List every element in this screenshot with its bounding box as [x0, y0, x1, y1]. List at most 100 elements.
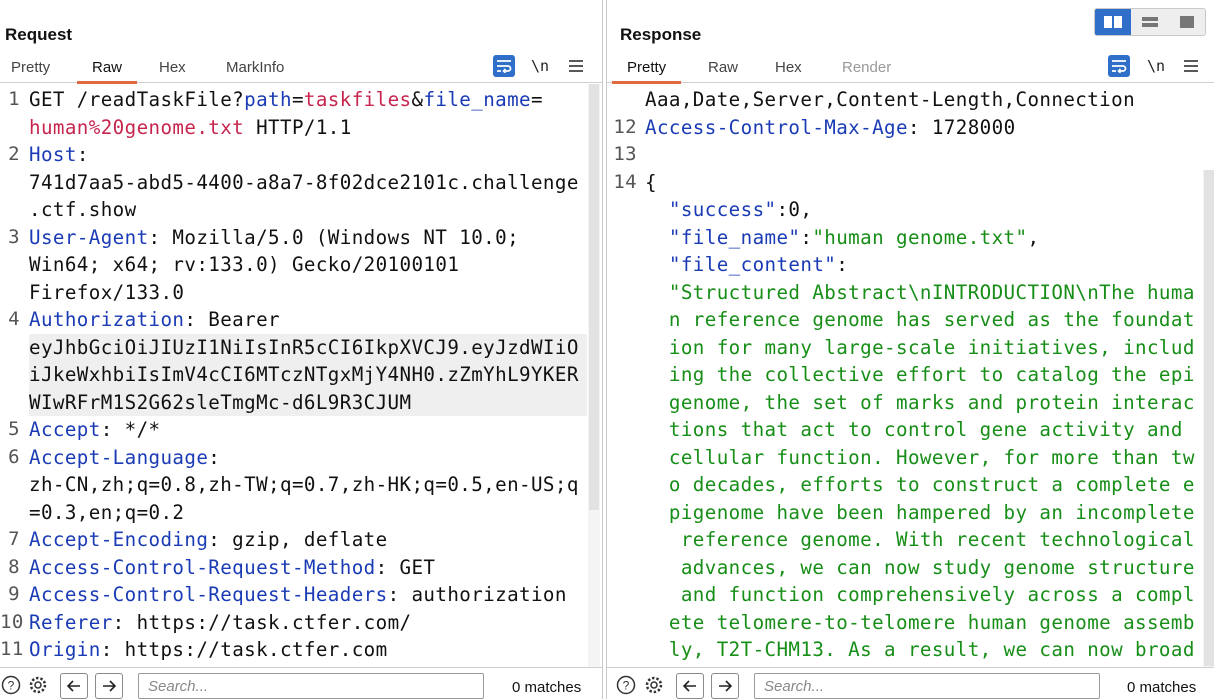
header-name: Accept	[29, 418, 101, 441]
header-value: : https://task.ctfer.com/	[112, 610, 412, 634]
response-line: tions that act to control gene activity …	[645, 416, 1183, 444]
layout-single-icon[interactable]	[1169, 9, 1205, 35]
previous-match-button[interactable]	[60, 673, 88, 699]
header-value: :	[208, 445, 221, 469]
request-scrollbar-thumb[interactable]	[589, 84, 599, 510]
request-line: human%20genome.txt HTTP/1.1	[29, 114, 352, 142]
query-param-key: path	[244, 88, 292, 111]
code-token: :	[836, 253, 849, 276]
response-line: pigenome have been hampered by an incomp…	[645, 499, 1195, 527]
response-line: Aaa,Date,Server,Content-Length,Connectio…	[645, 86, 1135, 114]
response-pane: Response Pretty Raw Hex Render \n Aaa,Da…	[606, 0, 1214, 699]
newline-icon[interactable]: \n	[529, 55, 551, 77]
code-token: ,	[1027, 225, 1040, 249]
json-string: o decades, efforts to construct a comple…	[645, 473, 1195, 496]
response-line: "Structured Abstract\nINTRODUCTION\nThe …	[645, 279, 1195, 307]
json-key: "file_name"	[645, 225, 801, 249]
header-value: eyJhbGciOiJIUzI1NiIsInR5cCI6IkpXVCJ9.eyJ…	[29, 335, 579, 359]
request-line: Win64; x64; rv:133.0) Gecko/20100101	[29, 251, 459, 279]
tab-pretty[interactable]: Pretty	[11, 59, 50, 76]
json-key: "success"	[645, 198, 777, 221]
tab-hex[interactable]: Hex	[775, 59, 802, 76]
request-line: iJkeWxhbiIsImV4cCI6MTczNTgxMjY4NH0.zZmYh…	[29, 361, 587, 389]
request-search-input[interactable]: Search...	[138, 673, 484, 699]
request-line: Accept-Language:	[29, 444, 220, 472]
newline-icon[interactable]: \n	[1145, 55, 1167, 77]
json-string: "Structured Abstract\nINTRODUCTION\nThe …	[645, 280, 1195, 304]
response-editor[interactable]: Aaa,Date,Server,Content-Length,Connectio…	[607, 84, 1214, 668]
tab-pretty[interactable]: Pretty	[611, 59, 682, 84]
help-icon[interactable]: ?	[615, 674, 637, 696]
response-search-input[interactable]: Search...	[754, 673, 1100, 699]
line-number: 3	[8, 225, 20, 248]
response-line: {	[645, 169, 657, 197]
response-line: ly, T2T-CHM13. As a result, we can now b…	[645, 636, 1195, 664]
tab-raw[interactable]: Raw	[708, 59, 738, 76]
response-line: ete telomere-to-telomere human genome as…	[645, 609, 1195, 637]
header-name: Access-Control-Max-Age	[645, 115, 908, 139]
tab-hex[interactable]: Hex	[159, 59, 186, 76]
response-scrollbar[interactable]	[1203, 170, 1214, 668]
settings-icon[interactable]	[27, 674, 49, 696]
layout-horizontal-icon[interactable]	[1132, 9, 1168, 35]
header-value: : authorization	[387, 583, 567, 606]
json-string: tions that act to control gene activity …	[645, 418, 1183, 441]
request-line: Origin: https://task.ctfer.com	[29, 636, 388, 664]
previous-match-button[interactable]	[676, 673, 704, 699]
header-name: Authorization	[29, 308, 185, 331]
json-string: and function comprehensively across a co…	[645, 583, 1195, 606]
request-line: Referer: https://task.ctfer.com/	[29, 609, 411, 637]
query-param-key: file_name	[423, 88, 532, 111]
line-number: 13	[613, 143, 637, 165]
header-name: Access-Control-Request-Method	[29, 555, 376, 579]
request-line: zh-CN,zh;q=0.8,zh-TW;q=0.7,zh-HK;q=0.5,e…	[29, 471, 579, 499]
response-line: "file_name":"human genome.txt",	[645, 224, 1039, 252]
layout-split-icon[interactable]	[1095, 9, 1131, 35]
header-name: User-Agent	[29, 225, 149, 249]
header-value: =0.3,en;q=0.2	[29, 500, 185, 524]
json-string: ete telomere-to-telomere human genome as…	[645, 610, 1195, 634]
response-line: advances, we can now study genome struct…	[645, 554, 1195, 582]
next-match-button[interactable]	[95, 673, 123, 699]
header-name: Access-Control-Request-Headers	[29, 583, 388, 606]
header-value: WIwRFrM1S2G62sleTmgMc-d6L9R3CJUM	[29, 390, 412, 414]
response-line: ion for many large-scale initiatives, in…	[645, 334, 1195, 362]
svg-text:?: ?	[8, 679, 15, 693]
response-line: and function comprehensively across a co…	[645, 581, 1195, 609]
response-line: genome, the set of marks and protein int…	[645, 389, 1195, 417]
response-match-count: 0 matches	[1127, 679, 1197, 696]
menu-icon[interactable]	[565, 55, 587, 77]
line-number: 4	[8, 308, 20, 330]
settings-icon[interactable]	[643, 674, 665, 696]
request-scrollbar[interactable]	[588, 84, 600, 668]
response-line: "success":0,	[645, 196, 812, 224]
json-string: advances, we can now study genome struct…	[645, 555, 1195, 579]
next-match-button[interactable]	[711, 673, 739, 699]
header-name: Accept-Encoding	[29, 528, 209, 551]
tab-markinfo[interactable]: MarkInfo	[226, 59, 284, 76]
json-string: ion for many large-scale initiatives, in…	[645, 335, 1195, 359]
arrow-left-icon	[683, 680, 696, 692]
wrap-lines-icon[interactable]	[493, 55, 515, 77]
tab-raw[interactable]: Raw	[76, 59, 138, 84]
menu-icon[interactable]	[1180, 55, 1202, 77]
header-value: .ctf.show	[29, 198, 137, 221]
header-value: iJkeWxhbiIsImV4cCI6MTczNTgxMjY4NH0.zZmYh…	[29, 363, 579, 386]
request-title: Request	[5, 25, 73, 44]
line-number: 8	[8, 555, 20, 578]
tab-render[interactable]: Render	[842, 59, 891, 76]
help-icon[interactable]: ?	[0, 674, 22, 696]
wrap-lines-icon[interactable]	[1108, 55, 1130, 77]
header-value: : gzip, deflate	[208, 528, 388, 551]
header-value: :	[76, 143, 89, 166]
request-line: 741d7aa5-abd5-4400-a8a7-8f02dce2101c.cha…	[29, 169, 579, 197]
line-number: 7	[8, 528, 20, 550]
header-value: : https://task.ctfer.com	[100, 638, 388, 661]
response-line: cellular function. However, for more tha…	[645, 444, 1195, 472]
query-param-value: taskfiles	[303, 88, 412, 111]
json-string: pigenome have been hampered by an incomp…	[645, 500, 1195, 524]
response-scrollbar-thumb[interactable]	[1204, 170, 1214, 666]
json-string: cellular function. However, for more tha…	[645, 445, 1195, 469]
request-editor[interactable]: 1 GET /readTaskFile?path=taskfiles&file_n…	[0, 84, 602, 668]
request-line: GET /readTaskFile?path=taskfiles&file_na…	[29, 86, 543, 114]
